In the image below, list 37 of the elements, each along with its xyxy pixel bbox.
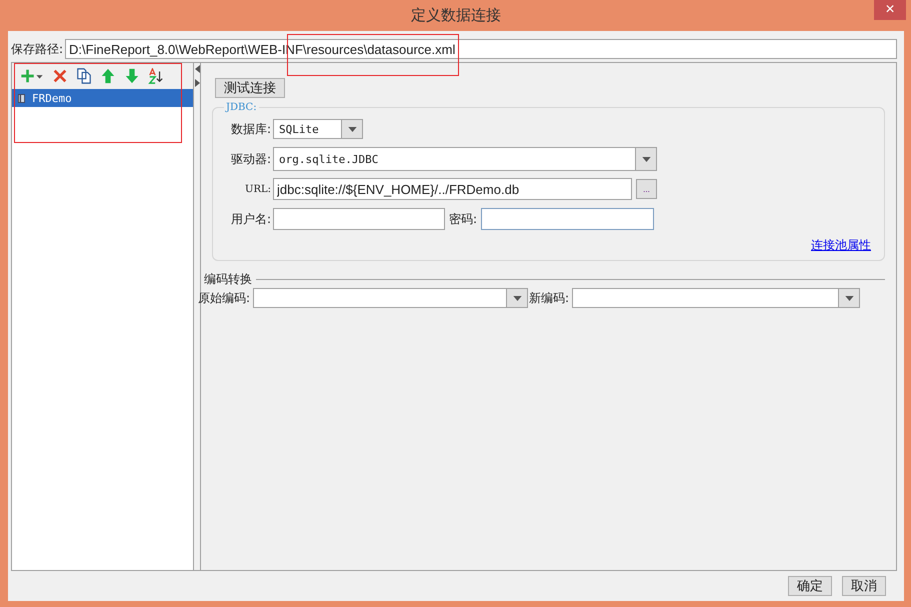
add-icon[interactable] [20, 68, 44, 84]
database-icon [18, 94, 25, 102]
driver-label: 驱动器: [230, 150, 271, 168]
username-label: 用户名: [230, 210, 271, 228]
browse-button[interactable]: ... [636, 179, 657, 199]
dropdown-arrow-icon [642, 156, 650, 162]
original-encoding-label: 原始编码: [198, 290, 250, 306]
url-field[interactable]: jdbc:sqlite://${ENV_HOME}/../FRDemo.db [273, 178, 632, 200]
new-encoding-dropdown[interactable] [572, 288, 860, 308]
driver-dropdown[interactable]: org.sqlite.JDBC [273, 147, 657, 171]
connection-pool-link[interactable]: 连接池属性 [811, 237, 871, 254]
close-button[interactable]: × [874, 0, 906, 20]
dropdown-arrow-icon [844, 296, 854, 300]
dropdown-arrow-icon [512, 296, 522, 300]
arrow-up-icon[interactable] [100, 68, 116, 84]
database-label: 数据库: [230, 120, 271, 138]
new-encoding-label: 新编码: [529, 290, 570, 306]
jdbc-legend: JDBC: [224, 102, 259, 113]
sort-icon[interactable] [148, 68, 164, 84]
database-dropdown[interactable]: SQLite [273, 119, 363, 139]
password-label: 密码: [449, 210, 478, 228]
ok-button[interactable]: 确定 [788, 576, 832, 596]
original-encoding-dropdown[interactable] [253, 288, 528, 308]
test-connection-button[interactable]: 测试连接 [215, 78, 285, 98]
username-field[interactable] [273, 208, 445, 230]
connection-name: FRDemo [32, 92, 72, 104]
encoding-legend: 编码转换 [204, 271, 252, 288]
window-title: 定义数据连接 [411, 6, 501, 25]
delete-icon[interactable] [52, 68, 68, 84]
password-field[interactable] [481, 208, 654, 230]
connection-item[interactable]: FRDemo [12, 89, 193, 107]
arrow-down-icon[interactable] [124, 68, 140, 84]
dropdown-arrow-icon [348, 126, 356, 132]
copy-icon[interactable] [76, 68, 92, 84]
url-label: URL: [244, 184, 271, 194]
save-path-label: 保存路径: [11, 40, 64, 58]
cancel-button[interactable]: 取消 [842, 576, 886, 596]
